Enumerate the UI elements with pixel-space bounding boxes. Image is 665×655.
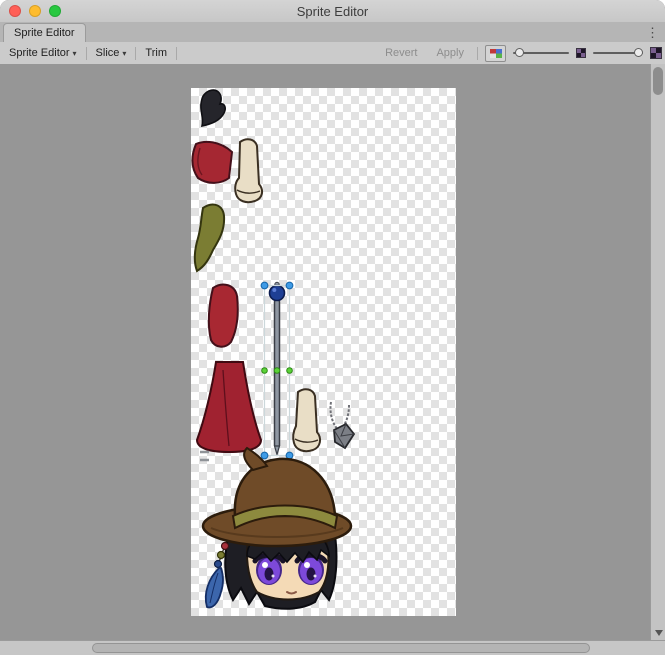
sprite-editor-window: Sprite Editor Sprite Editor ⋮ Sprite Edi… — [0, 0, 665, 655]
trim-button[interactable]: Trim — [136, 42, 176, 64]
alpha-checker-icon[interactable] — [650, 47, 662, 59]
vertical-scrollbar[interactable] — [650, 64, 665, 640]
transparency-checkerboard — [191, 88, 456, 616]
sprite-pendant[interactable] — [330, 402, 354, 448]
tab-strip: Sprite Editor ⋮ — [0, 22, 665, 43]
mode-dropdown-label: Sprite Editor — [9, 47, 70, 59]
vertical-scrollbar-thumb[interactable] — [653, 67, 663, 95]
rgb-icon — [490, 49, 502, 58]
kebab-menu-icon[interactable]: ⋮ — [646, 23, 659, 42]
mip-slider-knob[interactable] — [515, 48, 524, 57]
apply-button[interactable]: Apply — [430, 42, 470, 64]
color-channel-button[interactable] — [485, 45, 506, 62]
zoom-slider[interactable] — [593, 42, 643, 64]
sprite-hair-tuft[interactable] — [201, 90, 225, 126]
sprite-small-marks[interactable] — [200, 452, 209, 460]
toolbar-separator — [477, 47, 478, 60]
chevron-down-icon: ▾ — [122, 49, 126, 58]
sprite-boot[interactable] — [235, 139, 262, 202]
scrollbar-corner — [650, 640, 665, 655]
toolbar-separator — [176, 47, 177, 60]
chevron-down-icon: ▾ — [73, 49, 77, 58]
slice-dropdown[interactable]: Slice▾ — [87, 42, 136, 64]
trim-button-label: Trim — [145, 47, 167, 59]
tab-label: Sprite Editor — [14, 27, 75, 39]
mode-dropdown[interactable]: Sprite Editor▾ — [0, 42, 86, 64]
sprite-arm-sleeve[interactable] — [192, 142, 232, 183]
sprite-canvas[interactable] — [0, 64, 665, 640]
revert-button[interactable]: Revert — [379, 42, 423, 64]
selection-handle-green[interactable] — [262, 368, 293, 374]
window-title: Sprite Editor — [0, 0, 665, 23]
horizontal-scrollbar[interactable] — [0, 640, 650, 655]
scroll-down-icon[interactable] — [655, 630, 663, 636]
toolbar-right-group: Revert Apply — [379, 42, 665, 64]
sprite-scarf[interactable] — [195, 205, 224, 271]
mip-slider[interactable] — [513, 42, 569, 64]
sprite-character-head[interactable] — [203, 448, 351, 609]
sprite-sleeve[interactable] — [209, 285, 238, 347]
horizontal-scrollbar-thumb[interactable] — [92, 643, 590, 653]
sprite-skirt[interactable] — [197, 362, 261, 452]
slice-dropdown-label: Slice — [96, 47, 120, 59]
zoom-slider-knob[interactable] — [634, 48, 643, 57]
feather — [206, 568, 223, 607]
sprite-boot-2[interactable] — [293, 389, 320, 451]
sprite-sheet-artwork — [191, 88, 456, 616]
tab-sprite-editor[interactable]: Sprite Editor — [3, 23, 86, 43]
title-bar: Sprite Editor — [0, 0, 665, 23]
mip-checker-icon — [576, 48, 586, 58]
toolbar: Sprite Editor▾ Slice▾ Trim Revert Apply — [0, 42, 665, 65]
